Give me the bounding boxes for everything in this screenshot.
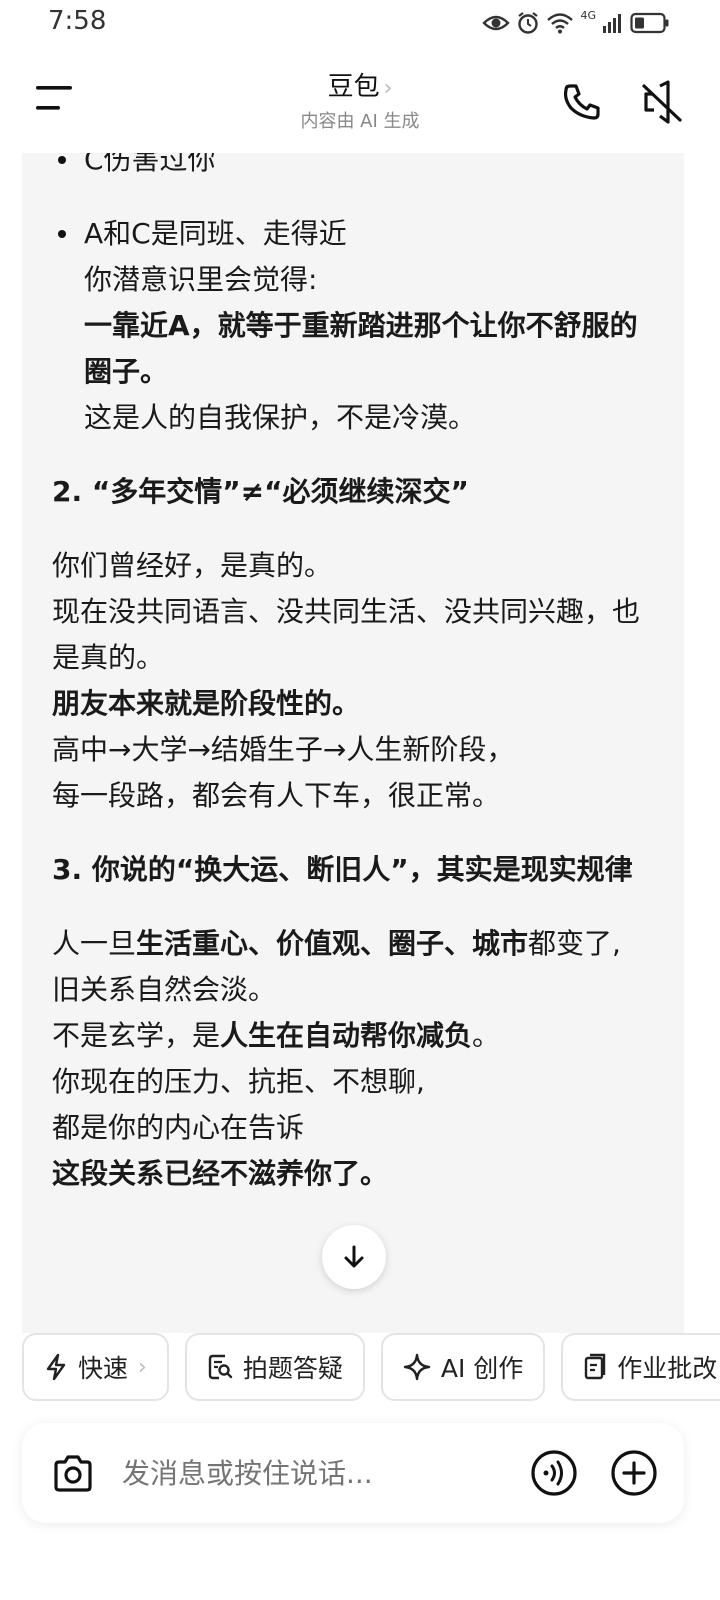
battery-icon [630, 12, 669, 34]
status-time: 7:58 [48, 6, 107, 36]
signal-icon [603, 14, 621, 33]
message-input[interactable] [122, 1453, 512, 1493]
camera-icon [54, 1455, 92, 1492]
chat-title[interactable]: 豆包 › [210, 66, 510, 103]
chip-ai-create[interactable]: AI 创作 [380, 1333, 546, 1401]
section-heading: 2. “多年交情”≠“必须继续深交” [52, 475, 469, 508]
phone-icon [563, 84, 600, 120]
add-attachment-button[interactable] [610, 1449, 658, 1497]
alarm-icon [518, 12, 539, 34]
sparkle-icon [403, 1353, 431, 1381]
plus-circle-icon [611, 1450, 657, 1496]
list-item: C伤害过你 [52, 153, 654, 183]
paragraph: 你们曾经好，是真的。 现在没共同语言、没共同生活、没共同兴趣，也是真的。 朋友本… [52, 549, 641, 812]
eye-icon [482, 15, 511, 31]
quick-actions: 快速 › 拍题答疑 AI 创作 作业批改 [22, 1333, 720, 1403]
chip-photo-question[interactable]: 拍题答疑 [184, 1333, 365, 1401]
status-icons: 4G [482, 8, 670, 36]
voice-input-button[interactable] [530, 1449, 578, 1497]
menu-button[interactable] [30, 78, 78, 118]
section-heading: 3. 你说的“换大运、断旧人”，其实是现实规律 [52, 853, 633, 886]
status-bar: 7:58 4G [0, 0, 720, 46]
message-content: C伤害过你 A和C是同班、走得近 你潜意识里会觉得: 一靠近A，就等于重新踏进那… [52, 153, 654, 1197]
wifi-icon [547, 13, 574, 34]
lightning-icon [46, 1353, 66, 1381]
chevron-right-icon: › [138, 1354, 147, 1380]
title-chevron-icon: › [383, 76, 393, 101]
quick-actions-row: 快速 › 拍题答疑 AI 创作 作业批改 [0, 1333, 720, 1405]
list-item: A和C是同班、走得近 你潜意识里会觉得: 一靠近A，就等于重新踏进那个让你不舒服… [52, 211, 654, 441]
message-input-bar [22, 1423, 684, 1523]
network-type-label: 4G [580, 8, 596, 22]
ai-disclaimer: 内容由 AI 生成 [300, 111, 420, 132]
chat-header: 豆包 › 内容由 AI 生成 [0, 50, 720, 150]
chip-homework-grading[interactable]: 作业批改 [561, 1333, 720, 1401]
chip-fast-mode[interactable]: 快速 › [22, 1333, 169, 1401]
camera-button[interactable] [50, 1451, 96, 1497]
voice-wave-icon [531, 1450, 577, 1496]
ai-message-bubble: C伤害过你 A和C是同班、走得近 你潜意识里会觉得: 一靠近A，就等于重新踏进那… [22, 153, 684, 1333]
scroll-to-bottom-button[interactable] [322, 1225, 386, 1289]
document-icon [585, 1353, 606, 1380]
speaker-muted-icon [642, 80, 682, 124]
arrow-down-icon [344, 1245, 364, 1268]
menu-icon [36, 86, 72, 110]
paragraph: 人一旦生活重心、价值观、圈子、城市都变了, 旧关系自然会淡。 不是玄学，是人生在… [52, 927, 621, 1190]
mute-button[interactable] [640, 80, 684, 124]
bot-name: 豆包 [327, 72, 380, 102]
voice-call-button[interactable] [560, 80, 604, 124]
chat-title-area[interactable]: 豆包 › 内容由 AI 生成 [210, 66, 510, 133]
photo-search-icon [208, 1354, 233, 1380]
